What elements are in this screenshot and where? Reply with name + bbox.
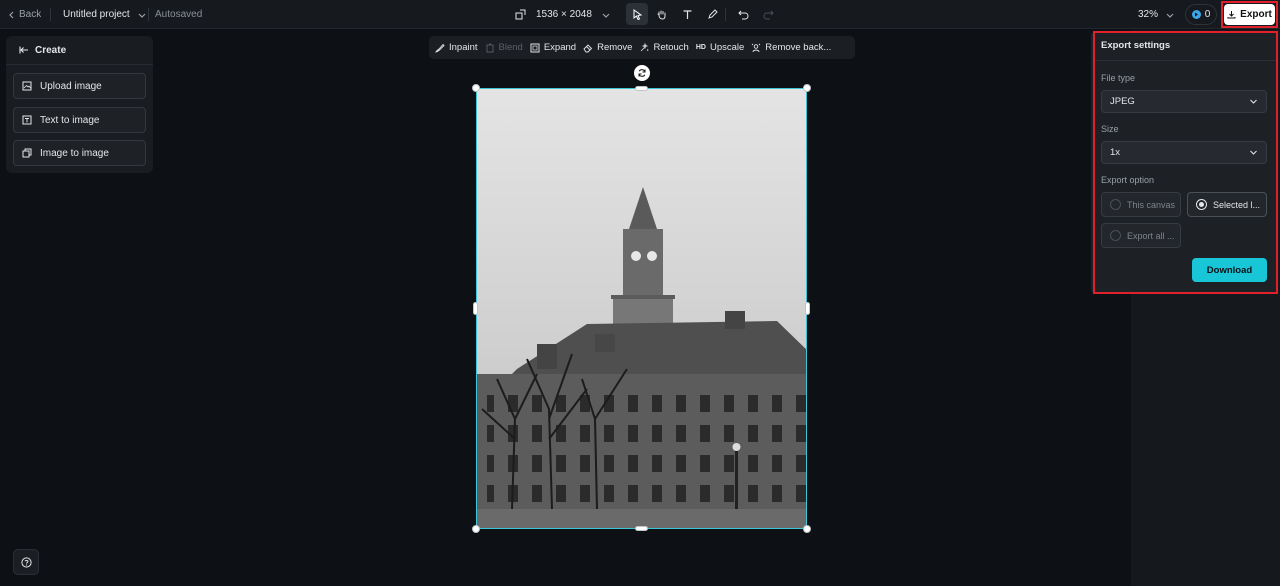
text-to-image-icon: [22, 115, 32, 125]
blend-icon: [486, 43, 493, 52]
upscale-label: Upscale: [709, 42, 745, 53]
create-title: Create: [35, 44, 67, 56]
text-to-image-label: Text to image: [40, 114, 100, 126]
text-tool-button[interactable]: [676, 3, 698, 25]
retouch-button[interactable]: Retouch: [639, 36, 695, 59]
canvas-image[interactable]: [476, 88, 807, 529]
expand-label: Expand: [543, 42, 577, 53]
resize-icon: [515, 9, 526, 20]
canvas-dimensions: 1536 × 2048: [536, 9, 592, 20]
resize-handle-top-right[interactable]: [803, 84, 811, 92]
export-button-highlight: [1221, 1, 1278, 28]
help-icon: [20, 556, 32, 568]
expand-button[interactable]: Expand: [530, 36, 583, 59]
upscale-button[interactable]: HD Upscale: [696, 36, 751, 59]
chevron-down-icon: [602, 13, 610, 18]
retouch-icon: [641, 42, 649, 51]
credit-coin-icon: [1191, 10, 1201, 19]
clock-tower-photo: [477, 89, 806, 528]
text-to-image-button[interactable]: Text to image: [13, 107, 146, 133]
inpaint-brush-icon: [435, 43, 445, 53]
collapse-left-icon: [19, 46, 28, 54]
redo-button[interactable]: [757, 3, 779, 25]
draw-tool-button[interactable]: [701, 3, 723, 25]
divider: [148, 8, 149, 21]
zoom-dropdown[interactable]: 32%: [1138, 0, 1174, 29]
help-button[interactable]: [13, 549, 39, 575]
create-panel: Create Upload image Text to image Image …: [6, 36, 153, 173]
chevron-down-icon: [138, 13, 146, 18]
zoom-level: 32%: [1138, 9, 1159, 20]
project-title-dropdown[interactable]: Untitled project: [63, 0, 146, 29]
divider: [725, 8, 726, 21]
autosave-status: Autosaved: [155, 9, 203, 20]
back-button[interactable]: Back: [8, 0, 41, 29]
remove-background-icon: [751, 43, 761, 52]
hand-icon: [657, 10, 665, 20]
edit-toolbar: Inpaint Blend Expand Remove Retouch HD U…: [429, 36, 855, 59]
resize-handle-top[interactable]: [635, 86, 648, 91]
project-title: Untitled project: [63, 9, 130, 20]
resize-handle-bottom[interactable]: [635, 526, 648, 531]
export-panel-highlight: [1093, 31, 1278, 294]
inpaint-label: Inpaint: [449, 42, 478, 53]
top-bar: Back Untitled project Autosaved 1536 × 2…: [0, 0, 1280, 29]
image-to-image-icon: [22, 148, 32, 158]
resize-handle-left[interactable]: [473, 302, 478, 315]
back-label: Back: [19, 9, 42, 20]
rotate-handle[interactable]: [634, 65, 650, 81]
resize-handle-top-left[interactable]: [472, 84, 480, 92]
undo-button[interactable]: [732, 3, 754, 25]
redo-icon: [762, 10, 774, 19]
eraser-icon: [583, 43, 593, 52]
expand-icon: [530, 43, 540, 52]
cursor-arrow-icon: [633, 8, 642, 20]
credits-count: 0: [1204, 9, 1211, 20]
remove-button[interactable]: Remove: [583, 36, 639, 59]
resize-handle-right[interactable]: [805, 302, 810, 315]
upload-image-button[interactable]: Upload image: [13, 73, 146, 99]
image-to-image-button[interactable]: Image to image: [13, 140, 146, 166]
chevron-left-icon: [9, 11, 14, 18]
text-icon: [683, 9, 691, 19]
resize-handle-bottom-left[interactable]: [472, 525, 480, 533]
hand-tool-button[interactable]: [650, 3, 672, 25]
credits-badge[interactable]: 0: [1185, 4, 1217, 25]
divider: [50, 8, 51, 21]
inpaint-button[interactable]: Inpaint: [435, 36, 485, 59]
remove-background-label: Remove back...: [765, 42, 832, 53]
upload-image-label: Upload image: [40, 80, 102, 92]
pen-icon: [707, 8, 718, 19]
resize-handle-bottom-right[interactable]: [803, 525, 811, 533]
retouch-label: Retouch: [653, 42, 689, 53]
hd-icon: HD: [695, 44, 706, 51]
undo-icon: [737, 10, 749, 19]
remove-background-button[interactable]: Remove back...: [751, 36, 838, 59]
select-tool-button[interactable]: [626, 3, 648, 25]
chevron-down-icon: [1166, 13, 1174, 18]
upload-image-icon: [22, 81, 32, 91]
blend-button[interactable]: Blend: [485, 36, 530, 59]
rotate-icon: [638, 69, 646, 77]
create-collapse-button[interactable]: Create: [6, 36, 153, 65]
blend-label: Blend: [498, 42, 523, 53]
image-to-image-label: Image to image: [40, 147, 109, 159]
canvas-size-dropdown[interactable]: 1536 × 2048: [515, 0, 610, 29]
remove-label: Remove: [597, 42, 633, 53]
